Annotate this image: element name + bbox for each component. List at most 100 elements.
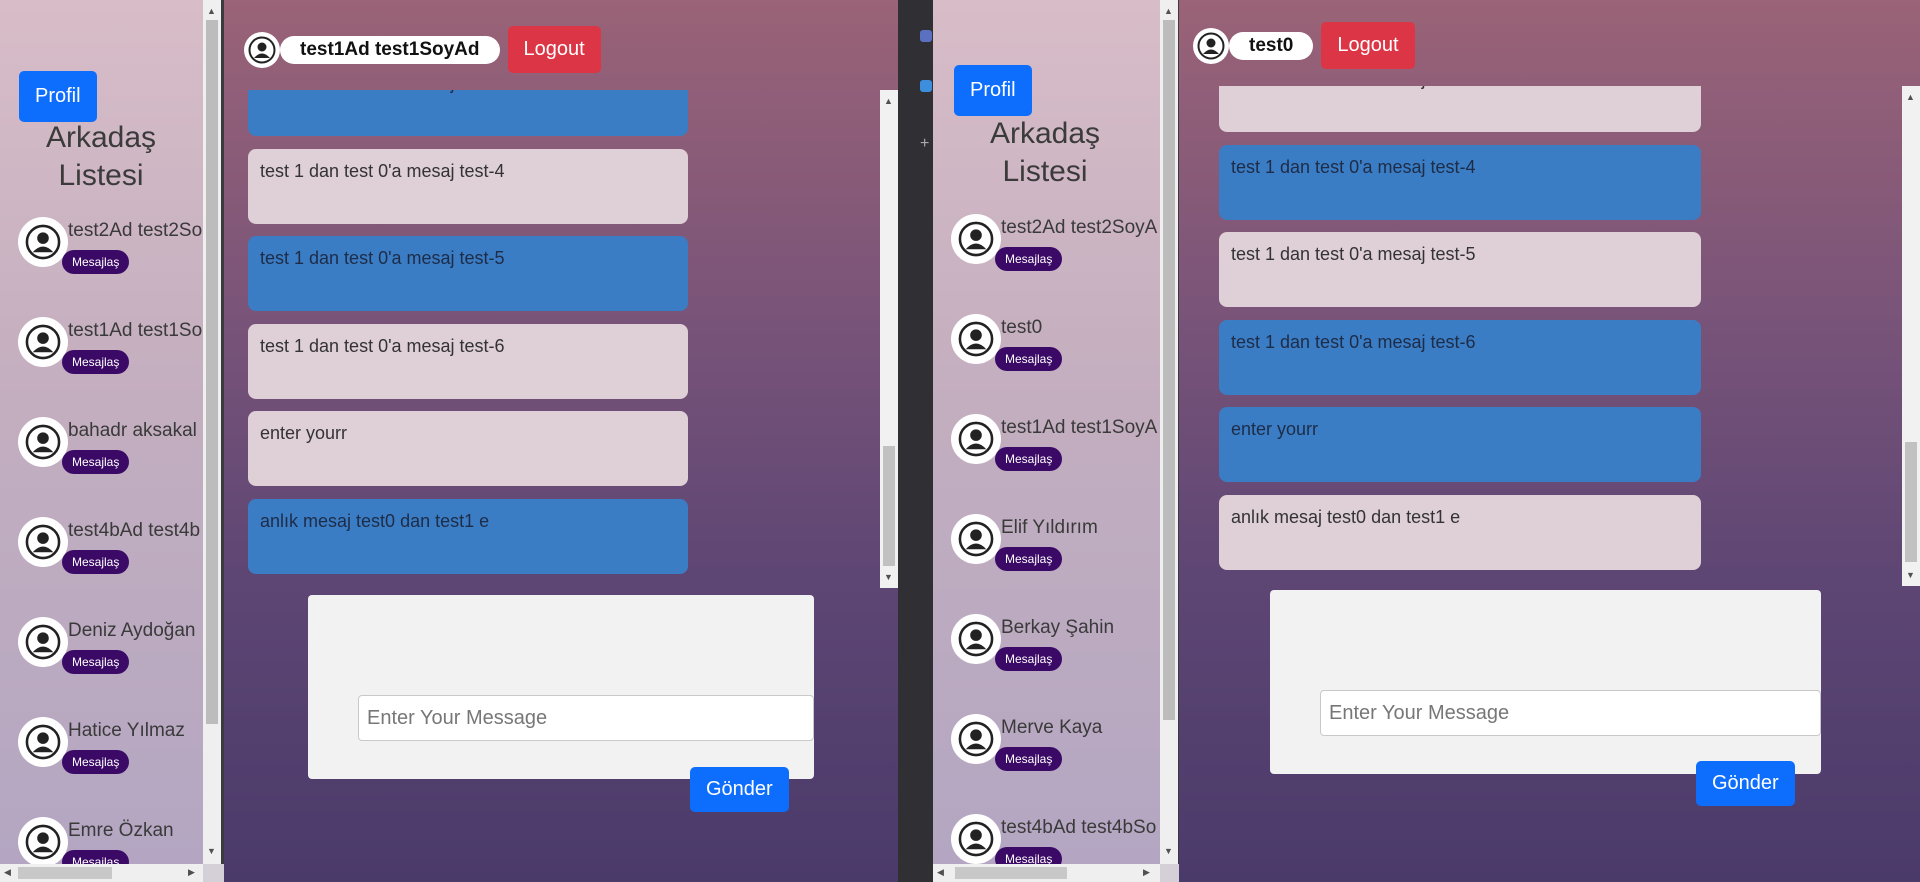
chat-window-right: Profil Arkadaş Listesi test2Ad test2SoyA… — [933, 0, 1920, 882]
message-bubble: test 1 dan test 0'a mesaj test-3 — [248, 90, 688, 136]
message-friend-button[interactable]: Mesajlaş — [995, 547, 1063, 571]
message-bubble: enter yourr — [1219, 407, 1701, 483]
message-friend-button[interactable]: Mesajlaş — [995, 647, 1063, 671]
friend-avatar-icon — [25, 324, 61, 360]
message-friend-button[interactable]: Mesajlaş — [995, 347, 1063, 371]
message-bubble: test 1 dan test 0'a mesaj test-3 — [1219, 86, 1701, 132]
friend-name: bahadr aksakal — [68, 420, 197, 441]
user-avatar — [244, 31, 280, 68]
friend-avatar-icon — [958, 521, 994, 557]
friend-name: test0 — [1001, 317, 1043, 338]
message-composer — [1270, 590, 1821, 774]
message-friend-button[interactable]: Mesajlaş — [995, 247, 1063, 271]
message-friend-button[interactable]: Mesajlaş — [62, 450, 130, 474]
friend-avatar — [18, 217, 68, 267]
current-user-name: test1Ad test1SoyAd — [280, 35, 500, 64]
profile-button[interactable]: Profil — [19, 71, 97, 122]
message-friend-button[interactable]: Mesajlaş — [62, 550, 130, 574]
message-bubble: test 1 dan test 0'a mesaj test-6 — [248, 323, 688, 399]
user-avatar-icon — [248, 36, 276, 63]
friend-avatar-icon — [25, 724, 61, 760]
sidebar-horizontal-scrollbar[interactable]: ◀ ▶ — [933, 864, 1160, 882]
message-bubble: test 1 dan test 0'a mesaj test-6 — [1219, 319, 1701, 395]
chat-main: test0 Logout test 1 dan test 0'a mesaj t… — [1179, 0, 1920, 882]
message-composer — [308, 595, 814, 779]
message-friend-button[interactable]: Mesajlaş — [62, 250, 130, 274]
message-list: test 1 dan test 0'a mesaj test-3 test 1 d… — [1219, 86, 1701, 576]
logout-button[interactable]: Logout — [1321, 22, 1415, 69]
friend-name: test2Ad test2So — [68, 220, 203, 241]
friend-avatar — [951, 714, 1001, 764]
friends-sidebar: Profil Arkadaş Listesi test2Ad test2So Me… — [0, 0, 203, 882]
message-bubble: test 1 dan test 0'a mesaj test-5 — [1219, 232, 1701, 308]
friend-avatar-icon — [958, 421, 994, 457]
friend-name: Merve Kaya — [1001, 717, 1103, 738]
send-button[interactable]: Gönder — [1696, 761, 1795, 806]
friend-avatar — [951, 614, 1001, 664]
friend-avatar-icon — [25, 424, 61, 460]
window-divider: + — [898, 0, 933, 882]
sidebar-vertical-scrollbar[interactable]: ▲ ▼ — [1160, 0, 1178, 864]
message-bubble: anlık mesaj test0 dan test1 e — [248, 499, 688, 574]
message-friend-button[interactable]: Mesajlaş — [62, 350, 130, 374]
friend-name: test2Ad test2SoyA — [1001, 217, 1158, 238]
friend-name: test4bAd test4bSo — [1001, 817, 1157, 838]
friend-avatar-icon — [958, 721, 994, 757]
friend-avatar — [18, 417, 68, 467]
friend-name: test1Ad test1So — [68, 320, 203, 341]
message-list: test 1 dan test 0'a mesaj test-3 test 1 d… — [248, 90, 688, 580]
friend-name: test4bAd test4b — [68, 520, 201, 541]
message-friend-button[interactable]: Mesajlaş — [62, 650, 130, 674]
friend-avatar-icon — [25, 824, 61, 860]
friend-avatar-icon — [25, 524, 61, 560]
friends-list-title: Arkadaş Listesi — [45, 121, 157, 192]
friend-avatar-icon — [958, 821, 994, 857]
sidebar-vertical-scrollbar[interactable]: ▲ ▼ — [203, 0, 221, 864]
user-header: test0 Logout — [1193, 22, 1415, 69]
friend-name: test1Ad test1SoyA — [1001, 417, 1158, 438]
friend-name: Elif Yıldırım — [1001, 517, 1098, 538]
message-friend-button[interactable]: Mesajlaş — [995, 747, 1063, 771]
chat-window-left: Profil Arkadaş Listesi test2Ad test2So Me… — [0, 0, 898, 882]
friend-avatar-icon — [958, 221, 994, 257]
friend-avatar — [951, 314, 1001, 364]
friend-name: Hatice Yılmaz — [68, 720, 185, 741]
friend-name: Deniz Aydoğan — [68, 620, 196, 641]
current-user-name: test0 — [1229, 31, 1314, 60]
message-bubble: test 1 dan test 0'a mesaj test-4 — [1219, 144, 1701, 220]
friend-name: Emre Özkan — [68, 820, 174, 841]
message-friend-button[interactable]: Mesajlaş — [995, 447, 1063, 471]
chat-scrollbar[interactable]: ▲ ▼ — [1902, 86, 1920, 586]
friend-avatar — [18, 517, 68, 567]
send-button[interactable]: Gönder — [690, 767, 789, 812]
user-header: test1Ad test1SoyAd Logout — [244, 26, 601, 73]
user-avatar-icon — [1197, 32, 1225, 59]
friend-avatar-icon — [958, 621, 994, 657]
friend-avatar-icon — [25, 624, 61, 660]
friend-avatar — [951, 414, 1001, 464]
sidebar-horizontal-scrollbar[interactable]: ◀ ▶ — [0, 864, 203, 882]
message-bubble: test 1 dan test 0'a mesaj test-5 — [248, 236, 688, 312]
friend-avatar — [951, 214, 1001, 264]
user-avatar — [1193, 27, 1229, 64]
friend-avatar-icon — [25, 224, 61, 260]
friend-avatar — [18, 317, 68, 367]
friend-avatar — [18, 617, 68, 667]
message-bubble: enter yourr — [248, 411, 688, 487]
chat-scrollbar[interactable]: ▲ ▼ — [880, 90, 898, 588]
friend-name: Berkay Şahin — [1001, 617, 1115, 638]
profile-button[interactable]: Profil — [954, 65, 1032, 116]
friend-avatar-icon — [958, 321, 994, 357]
friend-avatar — [951, 814, 1001, 864]
friends-sidebar: Profil Arkadaş Listesi test2Ad test2SoyA… — [933, 0, 1160, 882]
message-friend-button[interactable]: Mesajlaş — [62, 750, 130, 774]
message-bubble: anlık mesaj test0 dan test1 e — [1219, 495, 1701, 570]
message-input[interactable] — [358, 695, 814, 741]
logout-button[interactable]: Logout — [507, 26, 601, 73]
message-input[interactable] — [1320, 690, 1821, 736]
message-bubble: test 1 dan test 0'a mesaj test-4 — [248, 148, 688, 224]
friend-avatar — [18, 717, 68, 767]
friend-avatar — [18, 817, 68, 867]
friends-list-title: Arkadaş Listesi — [989, 117, 1101, 188]
chat-main: test1Ad test1SoyAd Logout test 1 dan tes… — [224, 0, 898, 882]
